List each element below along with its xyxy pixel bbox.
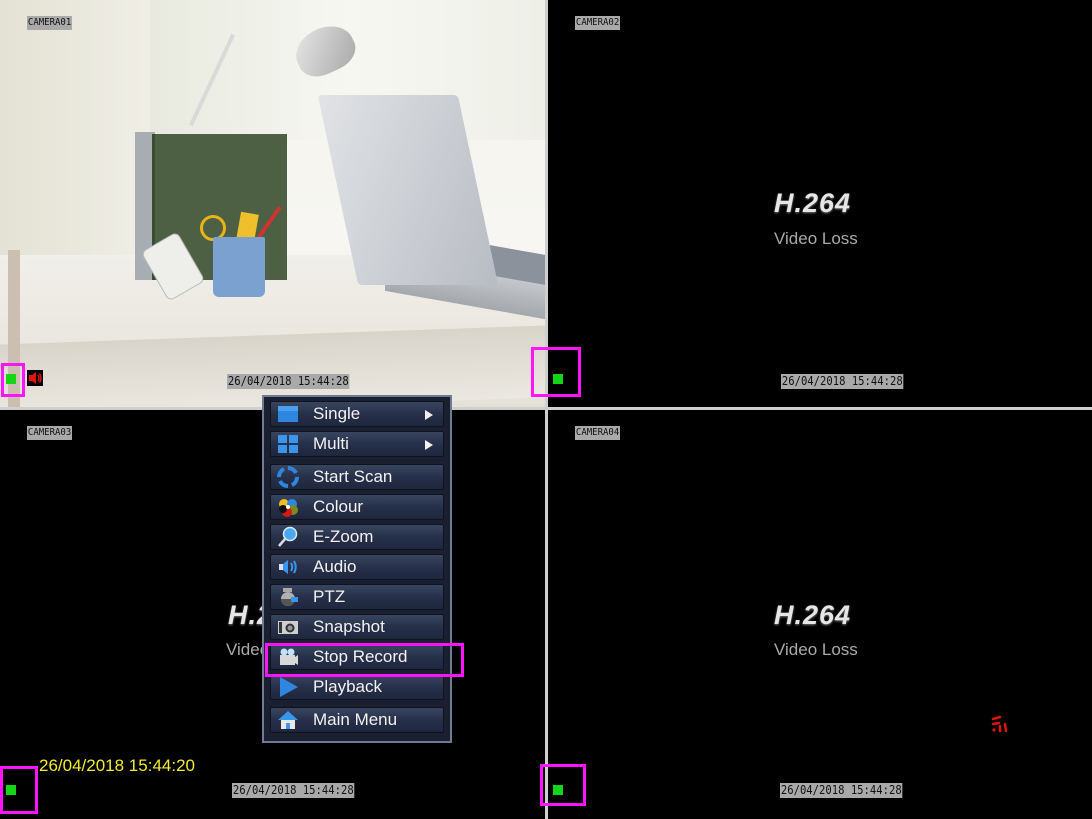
menu-item-colour[interactable]: Colour: [270, 494, 444, 520]
camera-snapshot-icon: [273, 615, 303, 639]
camera-label: CAMERA03: [27, 426, 73, 440]
context-menu: Single Multi Start Scan Colour E-Zoom Au…: [262, 395, 452, 743]
multi-view-icon: [273, 432, 303, 456]
pane-divider-horizontal: [0, 407, 1092, 410]
highlight-record-indicator-4: [540, 764, 586, 806]
camera-1-video-feed: [0, 0, 545, 407]
menu-item-snapshot[interactable]: Snapshot: [270, 614, 444, 640]
highlight-stop-record: [265, 643, 464, 677]
codec-label: H.264: [774, 600, 852, 630]
single-view-icon: [273, 402, 303, 426]
record-start-time: 26/04/2018 15:44:20: [39, 756, 195, 775]
menu-item-audio[interactable]: Audio: [270, 554, 444, 580]
osd-timestamp: 26/04/2018 15:44:28: [781, 374, 904, 389]
menu-item-single[interactable]: Single: [270, 401, 444, 427]
highlight-record-indicator-3: [0, 766, 38, 814]
menu-item-playback[interactable]: Playback: [270, 674, 444, 700]
highlight-record-indicator-1: [1, 363, 25, 397]
submenu-arrow-icon: [425, 440, 433, 450]
colour-icon: [273, 495, 303, 519]
audio-speaker-icon: [27, 370, 43, 386]
play-icon: [273, 675, 303, 699]
menu-item-multi[interactable]: Multi: [270, 431, 444, 457]
magnifier-icon: [273, 525, 303, 549]
camera-label: CAMERA02: [575, 16, 621, 30]
scan-icon: [273, 465, 303, 489]
video-loss-message: Video Loss: [774, 229, 858, 248]
menu-item-ptz[interactable]: PTZ: [270, 584, 444, 610]
menu-item-main-menu[interactable]: Main Menu: [270, 707, 444, 733]
camera-label: CAMERA04: [575, 426, 621, 440]
camera-pane-1[interactable]: CAMERA01 26/04/2018 15:44:28: [0, 0, 545, 407]
osd-timestamp: 26/04/2018 15:44:28: [232, 783, 355, 798]
video-loss-message: Video Loss: [774, 640, 858, 659]
osd-timestamp: 26/04/2018 15:44:28: [780, 783, 903, 798]
camera-label: CAMERA01: [27, 16, 73, 30]
home-icon: [273, 708, 303, 732]
codec-label: H.264: [774, 188, 852, 218]
submenu-arrow-icon: [425, 410, 433, 420]
menu-item-start-scan[interactable]: Start Scan: [270, 464, 444, 490]
camera-pane-2[interactable]: CAMERA02 H.264 Video Loss 26/04/2018 15:…: [548, 0, 1092, 407]
speaker-icon: [273, 555, 303, 579]
menu-item-e-zoom[interactable]: E-Zoom: [270, 524, 444, 550]
osd-timestamp: 26/04/2018 15:44:28: [227, 374, 350, 389]
network-alert-icon: [990, 715, 1012, 737]
ptz-camera-icon: [273, 585, 303, 609]
camera-pane-4[interactable]: CAMERA04 H.264 Video Loss 26/04/2018 15:…: [548, 410, 1092, 819]
highlight-record-indicator-2: [531, 347, 581, 397]
